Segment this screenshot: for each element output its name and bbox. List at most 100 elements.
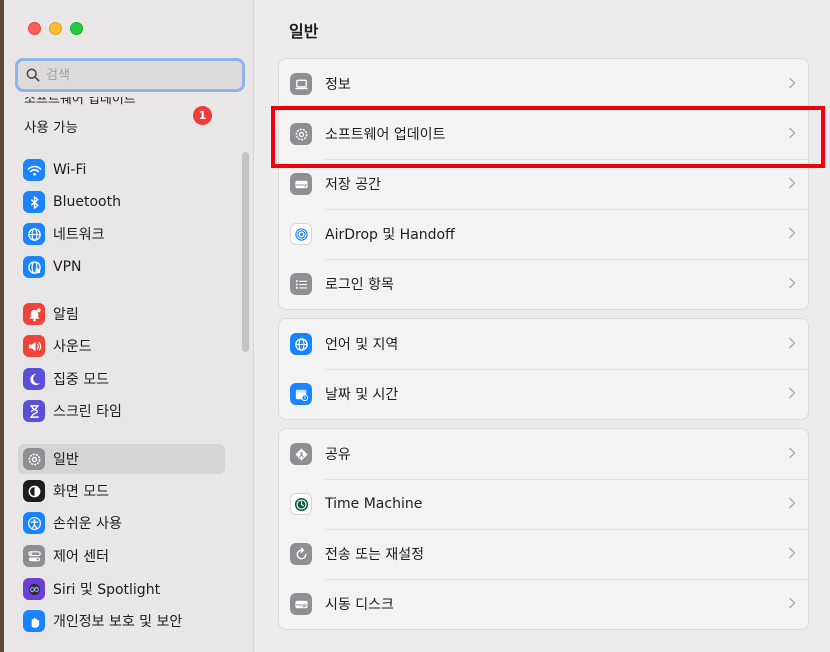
settings-row-label: 시동 디스크: [325, 597, 394, 613]
sidebar-item-bluetooth[interactable]: Bluetooth: [18, 187, 225, 217]
search-icon: [26, 68, 40, 82]
close-window-button[interactable]: [28, 22, 41, 35]
update-notice-title: 소프트웨어 업데이트: [24, 97, 136, 105]
sidebar-item-general-gear[interactable]: 일반: [18, 444, 225, 474]
update-count-badge: 1: [193, 106, 212, 125]
settings-row-label: 전송 또는 재설정: [325, 547, 425, 563]
settings-row-label: 저장 공간: [325, 177, 381, 193]
focus-moon-icon: [23, 368, 45, 390]
sidebar-item-accessibility[interactable]: 손쉬운 사용: [18, 508, 225, 538]
settings-row-label: 소프트웨어 업데이트: [325, 127, 446, 143]
sidebar-item-label: Wi-Fi: [53, 162, 87, 178]
settings-row-about-laptop[interactable]: 정보: [279, 59, 808, 109]
transfer-reset-icon: [290, 543, 312, 565]
sidebar-item-notifications-bell[interactable]: 알림: [18, 299, 225, 329]
sidebar-item-label: 알림: [53, 307, 79, 323]
settings-row-software-update-gear[interactable]: 소프트웨어 업데이트: [279, 109, 808, 159]
time-machine-icon: [290, 493, 312, 515]
settings-row-language-globe[interactable]: 언어 및 지역: [279, 319, 808, 369]
settings-row-startup-disk[interactable]: 시동 디스크: [279, 579, 808, 629]
wifi-icon: [23, 159, 45, 181]
bluetooth-icon: [23, 191, 45, 213]
sidebar-item-appearance[interactable]: 화면 모드: [18, 476, 225, 506]
settings-group: 정보소프트웨어 업데이트저장 공간 AirDrop 및 Handoff 로그인 항목: [278, 58, 809, 310]
sidebar-item-control-center[interactable]: 제어 센터: [18, 541, 225, 571]
settings-row-label: 날짜 및 시간: [325, 387, 399, 403]
chevron-right-icon: [789, 597, 796, 609]
sidebar-item-network-globe[interactable]: 네트워크: [18, 219, 225, 249]
settings-row-label: AirDrop 및 Handoff: [325, 227, 455, 243]
settings-group: 공유 Time Machine 전송 또는 재설정시동 디스크: [278, 428, 809, 630]
storage-drive-icon: [290, 173, 312, 195]
sidebar-item-screen-time-hourglass[interactable]: 스크린 타임: [18, 396, 225, 426]
settings-row-login-items-list[interactable]: 로그인 항목: [279, 259, 808, 309]
software-update-gear-icon: [290, 123, 312, 145]
settings-row-label: 공유: [325, 447, 351, 463]
chevron-right-icon: [789, 547, 796, 559]
sidebar: 소프트웨어 업데이트 사용 가능 Wi-Fi Bluetooth 네트워크 VPN 알림…: [4, 0, 254, 652]
settings-row-date-time-calendar[interactable]: 날짜 및 시간: [279, 369, 808, 419]
sharing-icon: [290, 443, 312, 465]
settings-window: 소프트웨어 업데이트 사용 가능 Wi-Fi Bluetooth 네트워크 VPN 알림…: [0, 0, 830, 652]
sidebar-item-label: 네트워크: [53, 227, 105, 243]
settings-row-airdrop[interactable]: AirDrop 및 Handoff: [279, 209, 808, 259]
chevron-right-icon: [789, 227, 796, 239]
sidebar-item-siri[interactable]: Siri 및 Spotlight: [18, 574, 225, 604]
fullscreen-window-button[interactable]: [70, 22, 83, 35]
sidebar-item-label: VPN: [53, 259, 82, 275]
chevron-right-icon: [789, 387, 796, 399]
window-controls: [28, 22, 83, 35]
sound-speaker-icon: [23, 335, 45, 357]
privacy-hand-icon: [23, 610, 45, 632]
sidebar-item-label: 제어 센터: [53, 549, 109, 565]
control-center-icon: [23, 545, 45, 567]
chevron-right-icon: [789, 277, 796, 289]
startup-disk-icon: [290, 593, 312, 615]
settings-group: 언어 및 지역날짜 및 시간: [278, 318, 809, 420]
sidebar-item-label: 스크린 타임: [53, 404, 122, 420]
siri-icon: [23, 578, 45, 600]
screen-time-hourglass-icon: [23, 400, 45, 422]
settings-row-label: 정보: [325, 77, 351, 93]
sidebar-item-label: Bluetooth: [53, 194, 121, 210]
sidebar-item-wifi[interactable]: Wi-Fi: [18, 155, 225, 185]
main-pane: 일반 정보소프트웨어 업데이트저장 공간 AirDrop 및 Handoff 로그인…: [255, 0, 830, 652]
accessibility-icon: [23, 512, 45, 534]
login-items-list-icon: [290, 273, 312, 295]
sidebar-item-sound-speaker[interactable]: 사운드: [18, 331, 225, 361]
airdrop-icon: [290, 223, 312, 245]
settings-row-transfer-reset[interactable]: 전송 또는 재설정: [279, 529, 808, 579]
date-time-calendar-icon: [290, 383, 312, 405]
minimize-window-button[interactable]: [49, 22, 62, 35]
sidebar-item-label: 화면 모드: [53, 484, 109, 500]
appearance-icon: [23, 480, 45, 502]
chevron-right-icon: [789, 177, 796, 189]
chevron-right-icon: [789, 337, 796, 349]
settings-row-time-machine[interactable]: Time Machine: [279, 479, 808, 529]
search-field[interactable]: [15, 58, 245, 92]
sidebar-item-label: Siri 및 Spotlight: [53, 582, 161, 598]
sidebar-scrollbar[interactable]: [242, 152, 249, 352]
settings-row-label: 언어 및 지역: [325, 337, 399, 353]
sidebar-item-vpn-globe[interactable]: VPN: [18, 252, 225, 282]
search-input[interactable]: [46, 67, 236, 83]
update-notice-subtitle: 사용 가능: [24, 120, 78, 136]
sidebar-item-focus-moon[interactable]: 집중 모드: [18, 364, 225, 394]
settings-row-label: 로그인 항목: [325, 277, 394, 293]
chevron-right-icon: [789, 77, 796, 89]
sidebar-item-label: 개인정보 보호 및 보안: [53, 614, 183, 630]
page-title: 일반: [289, 22, 319, 41]
settings-row-sharing[interactable]: 공유: [279, 429, 808, 479]
chevron-right-icon: [789, 447, 796, 459]
settings-row-label: Time Machine: [325, 496, 423, 512]
sidebar-item-label: 집중 모드: [53, 372, 109, 388]
notifications-bell-icon: [23, 303, 45, 325]
chevron-right-icon: [789, 127, 796, 139]
sidebar-item-privacy-hand[interactable]: 개인정보 보호 및 보안: [18, 606, 225, 636]
sidebar-item-label: 손쉬운 사용: [53, 516, 122, 532]
about-laptop-icon: [290, 73, 312, 95]
network-globe-icon: [23, 223, 45, 245]
settings-row-storage-drive[interactable]: 저장 공간: [279, 159, 808, 209]
sidebar-item-label: 사운드: [53, 339, 92, 355]
language-globe-icon: [290, 333, 312, 355]
